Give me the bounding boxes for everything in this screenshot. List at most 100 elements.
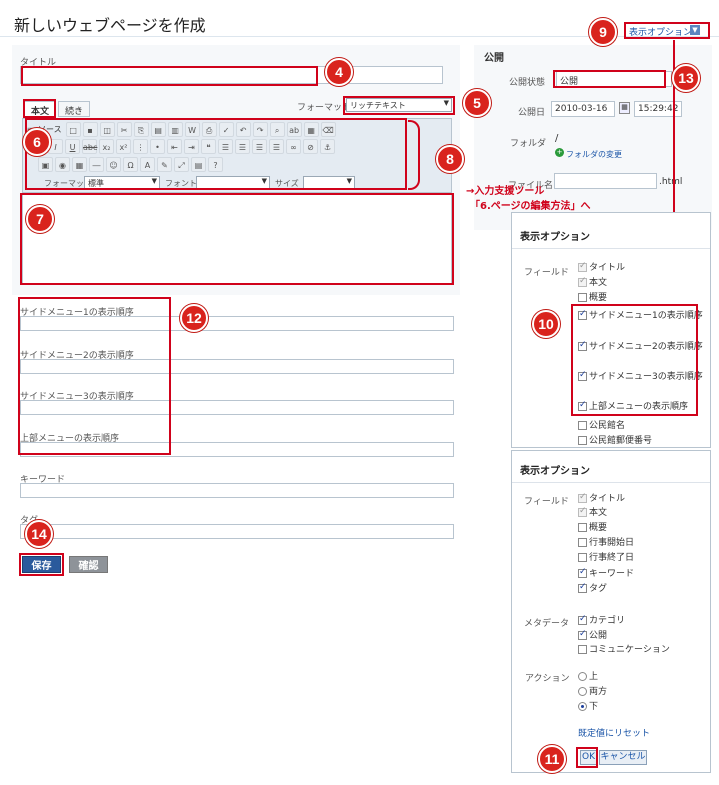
opt1-item-2[interactable]: 概要 bbox=[578, 290, 607, 303]
checkbox[interactable] bbox=[578, 523, 587, 532]
highlight-box-11 bbox=[576, 747, 598, 768]
tag-input[interactable] bbox=[20, 524, 454, 539]
page-title: 新しいウェブページを作成 bbox=[14, 16, 206, 35]
callout-9: 9 bbox=[589, 18, 617, 46]
folder-label: フォルダ bbox=[510, 139, 547, 149]
opt2-meta-0[interactable]: カテゴリ bbox=[578, 613, 625, 626]
highlight-box-8 bbox=[25, 118, 407, 190]
highlight-box-13 bbox=[553, 70, 666, 88]
cancel-button[interactable]: キャンセル bbox=[599, 750, 647, 765]
checkbox[interactable] bbox=[578, 538, 587, 547]
callout-7: 7 bbox=[26, 205, 54, 233]
checkbox[interactable] bbox=[578, 553, 587, 562]
highlight-box-10 bbox=[571, 304, 698, 416]
opt1-item-1[interactable]: 本文 bbox=[578, 275, 607, 288]
opt2-meta-label-2: コミュニケーション bbox=[589, 645, 670, 655]
checkbox[interactable] bbox=[578, 421, 587, 430]
highlight-box-4 bbox=[21, 66, 318, 86]
checkbox[interactable] bbox=[578, 582, 587, 593]
options-panel-1-title: 表示オプション bbox=[520, 232, 590, 243]
keyword-input[interactable] bbox=[20, 483, 454, 498]
opt2-action-1[interactable]: 両方 bbox=[578, 684, 607, 697]
options-2-action-label: アクション bbox=[525, 674, 570, 684]
checkbox[interactable] bbox=[578, 506, 587, 517]
plus-icon[interactable]: + bbox=[555, 148, 564, 157]
opt1-item-7[interactable]: 公民館名 bbox=[578, 418, 625, 431]
publish-heading: 公開 bbox=[484, 53, 504, 64]
opt2-action-2[interactable]: 下 bbox=[578, 699, 598, 712]
opt2-item-0[interactable]: タイトル bbox=[578, 491, 625, 504]
opt1-item-8[interactable]: 公民館郵便番号 bbox=[578, 433, 652, 446]
options-2-meta-label: メタデータ bbox=[524, 619, 570, 629]
publish-date-value: 2010-03-16 bbox=[555, 104, 608, 114]
opt1-label-2: 概要 bbox=[589, 293, 608, 303]
opt2-label-5: キーワード bbox=[589, 569, 635, 579]
tab-continue[interactable]: 続き bbox=[58, 101, 91, 117]
brace-8 bbox=[408, 120, 420, 190]
opt1-label-7: 公民館名 bbox=[589, 421, 626, 431]
opt2-label-3: 行事開始日 bbox=[589, 538, 635, 548]
opt1-label-1: 本文 bbox=[589, 278, 608, 288]
opt2-action-label-0: 上 bbox=[589, 672, 599, 682]
opt2-meta-label-1: 公開 bbox=[589, 631, 608, 641]
opt2-item-5[interactable]: キーワード bbox=[578, 566, 634, 579]
callout-8: 8 bbox=[436, 145, 464, 173]
annotation-line-2: 「6.ページの編集方法」へ bbox=[470, 201, 591, 212]
opt1-item-0[interactable]: タイトル bbox=[578, 260, 625, 273]
opt2-item-2[interactable]: 概要 bbox=[578, 520, 607, 533]
highlight-box-14 bbox=[19, 553, 64, 576]
options-panel-1-divider bbox=[512, 248, 710, 249]
opt2-label-1: 本文 bbox=[589, 508, 608, 518]
checkbox[interactable] bbox=[578, 261, 587, 272]
opt2-action-label-1: 両方 bbox=[589, 687, 608, 697]
checkbox[interactable] bbox=[578, 492, 587, 503]
opt2-action-0[interactable]: 上 bbox=[578, 669, 598, 682]
checkbox[interactable] bbox=[578, 645, 587, 654]
callout-4: 4 bbox=[325, 58, 353, 86]
checkbox[interactable] bbox=[578, 436, 587, 445]
opt2-item-6[interactable]: タグ bbox=[578, 581, 607, 594]
publish-date-input[interactable]: 2010-03-16 bbox=[551, 101, 615, 117]
highlight-box-7 bbox=[20, 193, 454, 285]
opt2-meta-1[interactable]: 公開 bbox=[578, 628, 607, 641]
filename-suffix: .html bbox=[659, 177, 683, 187]
checkbox[interactable] bbox=[578, 629, 587, 640]
checkbox[interactable] bbox=[578, 567, 587, 578]
chevron-down-icon[interactable]: ▼ bbox=[690, 25, 700, 35]
radio[interactable] bbox=[578, 672, 587, 681]
callout-14: 14 bbox=[25, 520, 53, 548]
highlight-box-5 bbox=[343, 96, 455, 115]
radio[interactable] bbox=[578, 702, 587, 711]
checkbox[interactable] bbox=[578, 293, 587, 302]
options-2-field-label: フィールド bbox=[524, 497, 569, 507]
options-panel-2-divider bbox=[512, 482, 710, 483]
opt2-label-2: 概要 bbox=[589, 523, 608, 533]
calendar-icon[interactable]: ▦ bbox=[619, 102, 630, 114]
opt2-label-4: 行事終了日 bbox=[589, 553, 635, 563]
opt2-item-3[interactable]: 行事開始日 bbox=[578, 535, 634, 548]
publish-status-label: 公開状態 bbox=[509, 78, 546, 88]
opt1-label-8: 公民館郵便番号 bbox=[589, 436, 653, 446]
callout-13: 13 bbox=[672, 64, 700, 92]
publish-date-label: 公開日 bbox=[518, 108, 546, 118]
opt1-label-0: タイトル bbox=[589, 263, 626, 273]
highlight-box-6-tab bbox=[23, 99, 56, 118]
checkbox[interactable] bbox=[578, 276, 587, 287]
opt2-item-1[interactable]: 本文 bbox=[578, 505, 607, 518]
checkbox[interactable] bbox=[578, 614, 587, 625]
folder-change-link[interactable]: フォルダの変更 bbox=[566, 149, 622, 160]
reset-defaults-link[interactable]: 既定値にリセット bbox=[578, 726, 650, 739]
folder-value: / bbox=[555, 133, 559, 144]
display-options-link[interactable]: 表示オプション bbox=[629, 25, 692, 38]
radio[interactable] bbox=[578, 687, 587, 696]
confirm-button[interactable]: 確認 bbox=[69, 556, 108, 573]
options-panel-2-title: 表示オプション bbox=[520, 466, 590, 477]
opt2-meta-2[interactable]: コミュニケーション bbox=[578, 642, 670, 655]
opt2-meta-label-0: カテゴリ bbox=[589, 616, 626, 626]
callout-10: 10 bbox=[532, 310, 560, 338]
opt2-item-4[interactable]: 行事終了日 bbox=[578, 550, 634, 563]
callout-6: 6 bbox=[23, 128, 51, 156]
filename-input[interactable] bbox=[554, 173, 657, 189]
opt2-label-6: タグ bbox=[589, 584, 608, 594]
opt2-action-label-2: 下 bbox=[589, 702, 599, 712]
